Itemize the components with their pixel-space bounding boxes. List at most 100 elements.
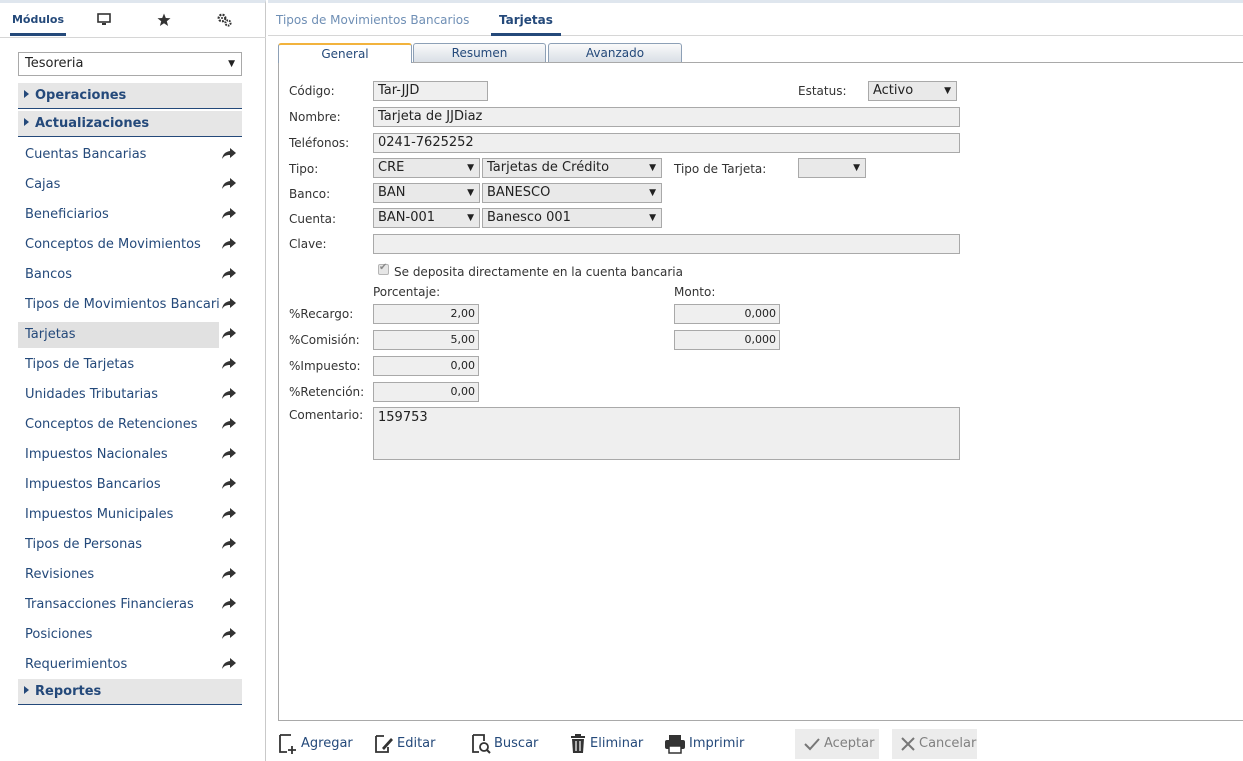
tab-tarjetas[interactable]: Tarjetas <box>491 8 561 36</box>
deposita-checkbox[interactable] <box>378 262 389 275</box>
sidebar-item[interactable]: Impuestos Nacionales <box>18 442 242 468</box>
cancel-button[interactable]: Cancelar <box>892 729 977 759</box>
tab-resumen[interactable]: Resumen <box>413 43 546 62</box>
sidebar-item[interactable]: Tipos de Movimientos Bancarios <box>18 292 242 318</box>
accept-button[interactable]: Aceptar <box>795 729 879 759</box>
close-icon <box>901 736 915 751</box>
estatus-select[interactable]: Activo ▼ <box>868 81 957 101</box>
share-arrow-icon[interactable] <box>222 148 236 160</box>
cuenta-label: Cuenta: <box>289 212 337 226</box>
tab-modulos[interactable]: Módulos <box>6 8 70 36</box>
share-arrow-icon[interactable] <box>222 628 236 640</box>
edit-label: Editar <box>397 736 436 751</box>
sidebar-item-label: Impuestos Nacionales <box>25 447 168 462</box>
section-actualizaciones[interactable]: Actualizaciones <box>18 111 242 137</box>
module-select[interactable]: Tesoreria ▼ <box>18 52 242 76</box>
share-arrow-icon[interactable] <box>222 448 236 460</box>
module-select-value: Tesoreria <box>25 56 84 71</box>
tipo-label: Tipo: <box>289 162 319 176</box>
share-arrow-icon[interactable] <box>222 478 236 490</box>
share-arrow-icon[interactable] <box>222 208 236 220</box>
sidebar-item[interactable]: Conceptos de Movimientos <box>18 232 242 258</box>
chevron-down-icon: ▼ <box>944 86 951 96</box>
banco-name-select[interactable]: BANESCO ▼ <box>482 183 662 203</box>
share-arrow-icon[interactable] <box>222 268 236 280</box>
tab-avanzado[interactable]: Avanzado <box>548 43 682 62</box>
sidebar-item-label: Conceptos de Movimientos <box>25 237 201 252</box>
form-panel: General Resumen Avanzado Código: Tar-JJD… <box>278 43 1243 721</box>
share-arrow-icon[interactable] <box>222 388 236 400</box>
share-arrow-icon[interactable] <box>222 418 236 430</box>
tab-settings[interactable] <box>200 8 248 36</box>
search-button[interactable]: Buscar <box>471 729 538 759</box>
share-arrow-icon[interactable] <box>222 568 236 580</box>
sidebar-item[interactable]: Revisiones <box>18 562 242 588</box>
nombre-label: Nombre: <box>289 110 341 124</box>
sidebar-item[interactable]: Tipos de Tarjetas <box>18 352 242 378</box>
sidebar-item-label: Conceptos de Retenciones <box>25 417 198 432</box>
sidebar-item[interactable]: Posiciones <box>18 622 242 648</box>
edit-button[interactable]: Editar <box>374 729 436 759</box>
share-arrow-icon[interactable] <box>222 328 236 340</box>
share-arrow-icon[interactable] <box>222 298 236 310</box>
sidebar-item[interactable]: Cuentas Bancarias <box>18 142 242 168</box>
delete-button[interactable]: Eliminar <box>569 729 643 759</box>
cuenta-code-select[interactable]: BAN-001 ▼ <box>373 208 480 228</box>
sidebar-item[interactable]: Tipos de Personas <box>18 532 242 558</box>
sidebar-item[interactable]: Requerimientos <box>18 652 242 678</box>
retencion-pct-field[interactable]: 0,00 <box>373 382 479 402</box>
add-button[interactable]: Agregar <box>278 729 353 759</box>
telefonos-field[interactable]: 0241-7625252 <box>373 133 960 153</box>
share-arrow-icon[interactable] <box>222 658 236 670</box>
chevron-down-icon: ▼ <box>467 213 474 223</box>
sidebar-item[interactable]: Transacciones Financieras <box>18 592 242 618</box>
sidebar-item[interactable]: Unidades Tributarias <box>18 382 242 408</box>
sidebar-item[interactable]: Beneficiarios <box>18 202 242 228</box>
comision-label: %Comisión: <box>289 333 360 347</box>
document-tabs: Tipos de Movimientos Bancarios Tarjetas <box>268 8 1243 36</box>
comision-pct-field[interactable]: 5,00 <box>373 330 479 350</box>
tab-favorites[interactable] <box>140 8 188 36</box>
tipo-code-select[interactable]: CRE ▼ <box>373 158 480 178</box>
estatus-value: Activo <box>873 83 914 98</box>
share-arrow-icon[interactable] <box>222 598 236 610</box>
print-button[interactable]: Imprimir <box>664 729 744 759</box>
tipo-name-value: Tarjetas de Crédito <box>487 160 610 175</box>
clave-field[interactable] <box>373 234 960 254</box>
share-arrow-icon[interactable] <box>222 538 236 550</box>
tab-general[interactable]: General <box>278 43 412 63</box>
comentario-textarea[interactable]: 159753 <box>373 407 960 460</box>
sidebar-item-label: Tipos de Personas <box>25 537 143 552</box>
sidebar-item[interactable]: Impuestos Municipales <box>18 502 242 528</box>
tab-desktop[interactable] <box>80 8 128 36</box>
banco-code-select[interactable]: BAN ▼ <box>373 183 480 203</box>
sidebar-item[interactable]: Cajas <box>18 172 242 198</box>
share-arrow-icon[interactable] <box>222 238 236 250</box>
share-arrow-icon[interactable] <box>222 178 236 190</box>
comision-monto-field[interactable]: 0,000 <box>674 330 780 350</box>
cuenta-name-value: Banesco 001 <box>487 210 571 225</box>
sidebar-item[interactable]: Conceptos de Retenciones <box>18 412 242 438</box>
sidebar-item-label: Posiciones <box>25 627 93 642</box>
section-label: Operaciones <box>35 88 127 103</box>
tipo-tarjeta-select[interactable]: ▼ <box>798 158 866 178</box>
impuesto-pct-field[interactable]: 0,00 <box>373 356 479 376</box>
nombre-field[interactable]: Tarjeta de JJDiaz <box>373 107 960 127</box>
chevron-down-icon: ▼ <box>649 213 656 223</box>
banco-name-value: BANESCO <box>487 185 551 200</box>
sidebar-item[interactable]: Tarjetas <box>18 322 219 348</box>
section-reportes[interactable]: Reportes <box>18 679 242 705</box>
sidebar-item[interactable]: Impuestos Bancarios <box>18 472 242 498</box>
section-operaciones[interactable]: Operaciones <box>18 83 242 109</box>
tab-tipos-movimientos[interactable]: Tipos de Movimientos Bancarios <box>268 8 477 36</box>
recargo-pct-field[interactable]: 2,00 <box>373 304 479 324</box>
share-arrow-icon[interactable] <box>222 508 236 520</box>
share-arrow-icon[interactable] <box>222 358 236 370</box>
sidebar-item-label: Impuestos Municipales <box>25 507 174 522</box>
recargo-monto-field[interactable]: 0,000 <box>674 304 780 324</box>
codigo-field[interactable]: Tar-JJD <box>373 81 488 101</box>
main-area: Tipos de Movimientos Bancarios Tarjetas … <box>268 0 1243 761</box>
sidebar-item[interactable]: Bancos <box>18 262 242 288</box>
cuenta-name-select[interactable]: Banesco 001 ▼ <box>482 208 662 228</box>
tipo-name-select[interactable]: Tarjetas de Crédito ▼ <box>482 158 662 178</box>
